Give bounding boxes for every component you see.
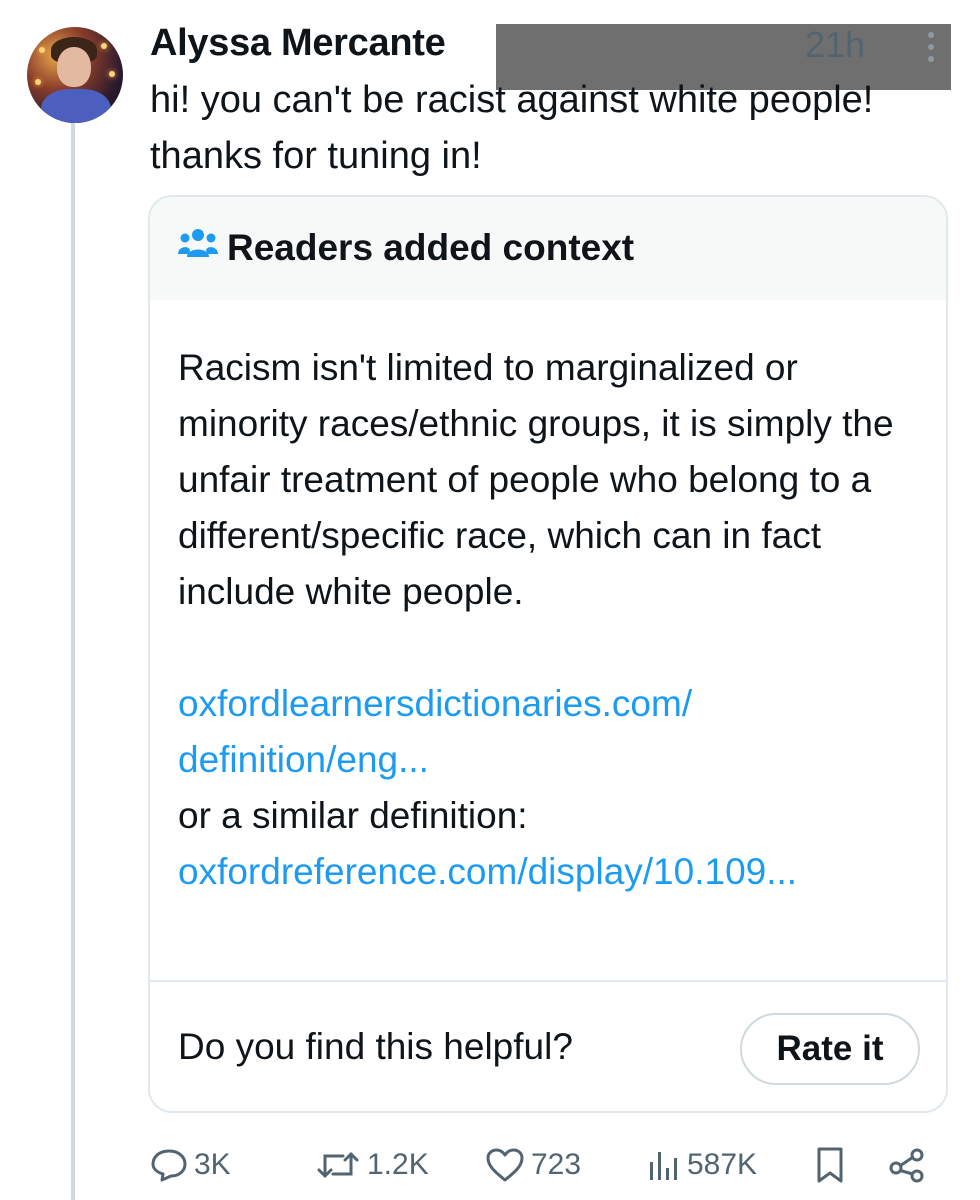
reply-icon (151, 1149, 187, 1182)
repost-button[interactable]: 1.2K (315, 1140, 429, 1190)
people-icon (178, 229, 218, 257)
like-count: 723 (531, 1148, 582, 1181)
action-bar: 3K 1.2K 723 587K (150, 1140, 960, 1190)
bookmark-icon (817, 1147, 843, 1183)
avatar-detail (101, 43, 107, 49)
share-button[interactable] (888, 1140, 926, 1190)
avatar-detail (35, 79, 41, 85)
views-button[interactable]: 587K (647, 1140, 757, 1190)
avatar-detail (109, 71, 115, 77)
source-link-2[interactable]: oxfordreference.com/display/10.109... (178, 844, 928, 900)
similar-definition-text: or a similar definition: (178, 795, 528, 836)
tweet-time[interactable]: 21h (805, 24, 865, 66)
community-note: Readers added context Racism isn't limit… (148, 195, 948, 1113)
repost-count: 1.2K (367, 1148, 429, 1181)
note-body: Racism isn't limited to marginalized or … (178, 340, 928, 900)
tweet-header: Alyssa Mercante 21h (150, 22, 970, 90)
bookmark-button[interactable] (814, 1140, 846, 1190)
heart-icon (486, 1148, 524, 1182)
views-icon (650, 1152, 677, 1180)
more-icon[interactable] (926, 32, 936, 68)
source-link-1-cont[interactable]: definition/eng... (178, 732, 928, 788)
avatar-detail (41, 89, 111, 123)
thread-line (71, 120, 75, 1200)
like-button[interactable]: 723 (485, 1140, 581, 1190)
note-header: Readers added context (150, 197, 946, 300)
note-text: Racism isn't limited to marginalized or … (178, 347, 894, 612)
note-title: Readers added context (227, 227, 635, 268)
source-link-1[interactable]: oxfordlearnersdictionaries.com/ (178, 676, 928, 732)
avatar-detail (57, 47, 91, 87)
tweet-text: hi! you can't be racist against white pe… (150, 79, 874, 177)
views-count: 587K (687, 1148, 758, 1181)
reply-count: 3K (194, 1148, 231, 1181)
avatar-detail (39, 47, 45, 53)
repost-icon (317, 1152, 359, 1178)
author-name[interactable]: Alyssa Mercante (150, 22, 446, 65)
helpful-prompt: Do you find this helpful? (178, 1026, 573, 1067)
rate-it-button[interactable]: Rate it (740, 1013, 920, 1085)
share-icon (889, 1148, 924, 1183)
reply-button[interactable]: 3K (150, 1140, 231, 1190)
avatar[interactable] (27, 27, 123, 123)
divider (150, 980, 946, 982)
